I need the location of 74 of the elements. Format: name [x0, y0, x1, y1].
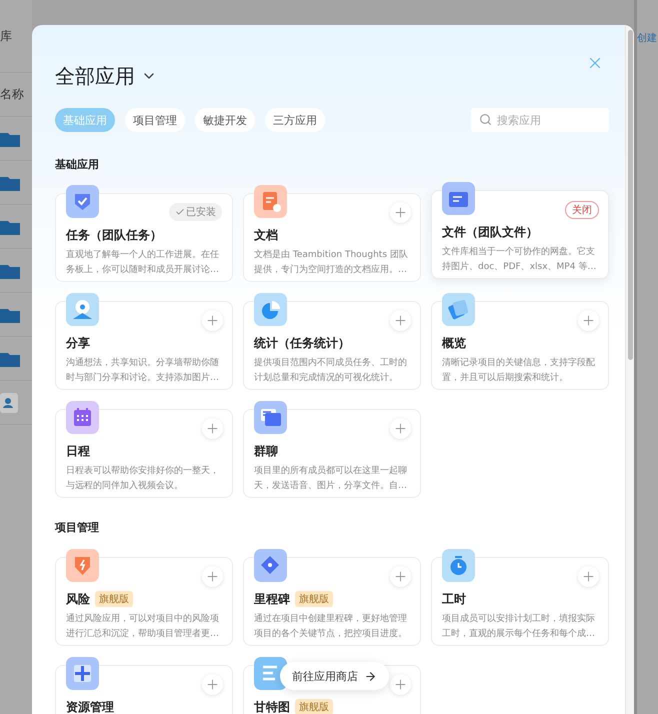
plus-icon: [393, 313, 408, 328]
calendar-icon: [66, 401, 99, 434]
category-tab[interactable]: 项目管理: [125, 108, 185, 132]
app-name: 分享: [66, 334, 90, 352]
app-description: 提供项目范围内不同成员任务、工时的计划总量和完成情况的可视化统计。: [254, 356, 408, 385]
plus-icon: [205, 569, 220, 584]
app-description: 通过在项目中创建里程碑，更好地管理项目的各个关键节点，把控项目进度。: [254, 612, 408, 641]
document-icon: [254, 185, 287, 218]
shield-check-icon: [66, 185, 99, 218]
folder-icon: [0, 218, 20, 234]
cards-icon: [442, 293, 475, 326]
app-name: 工时: [442, 590, 466, 608]
person-icon: [66, 293, 99, 326]
column-heading: 名称: [0, 86, 24, 103]
scrollbar-thumb[interactable]: [628, 30, 633, 360]
plus-icon: [205, 313, 220, 328]
card-background[interactable]: [431, 190, 609, 279]
section-title: 基础应用: [55, 158, 100, 172]
lightning-shield-icon: [66, 549, 99, 582]
app-description: 通过风险应用，可以对项目中的风险项进行汇总和沉淀，帮助项目管理者更…: [66, 612, 220, 641]
table-heading: 库: [0, 28, 12, 44]
app-name: 群聊: [254, 442, 278, 460]
app-name: 统计（任务统计）: [254, 334, 350, 352]
app-description: 日程表可以帮助你安排好你的一整天，与远程的同伴加入视频会议。: [66, 464, 220, 493]
app-name: 文档: [254, 226, 278, 244]
installed-status: 已安装: [169, 203, 222, 221]
app-name: 里程碑: [254, 590, 290, 608]
search-field[interactable]: 搜索应用: [471, 108, 609, 132]
plus-icon: [205, 421, 220, 436]
folder-icon: [442, 182, 475, 215]
app-description: 项目成员可以安排计划工时，填报实际工时，直观的展示每个任务和每个成…: [442, 612, 596, 641]
check-icon: [175, 207, 185, 217]
app-description: 清晰记录项目的关键信息，支持字段配置，并且可以后期搜索和统计。: [442, 356, 596, 385]
disable-button[interactable]: 关闭: [565, 201, 599, 219]
folder-icon: [0, 262, 20, 278]
app-description: 沟通想法，共享知识。分享墙帮助你随时与部门分享和讨论。支持添加图片…: [66, 356, 220, 385]
app-description: 项目里的所有成员都可以在这里一起聊天，发送语音、图片，分享文件。自…: [254, 464, 408, 493]
dialog-title: 全部应用: [55, 63, 135, 89]
section-title: 项目管理: [55, 521, 100, 535]
app-name: 甘特图: [254, 698, 290, 714]
plus-icon: [393, 569, 408, 584]
edition-tag: 旗舰版: [95, 591, 133, 607]
app-description: 文档是由 Teambition Thoughts 团队提供，专门为空间打造的文档应用。…: [254, 248, 409, 277]
arrow-right-icon: [364, 670, 377, 682]
plus-icon: [205, 677, 220, 692]
edition-tag: 旗舰版: [295, 591, 333, 607]
chat-icon: [254, 401, 287, 434]
card-background[interactable]: [55, 193, 233, 282]
category-tab[interactable]: 敏捷开发: [195, 108, 255, 132]
folder-icon: [0, 174, 20, 190]
search-icon: [479, 113, 492, 126]
app-name: 资源管理: [66, 698, 114, 714]
plus-icon: [581, 569, 596, 584]
plus-icon: [393, 677, 408, 692]
app-description: 直观地了解每一个人的工作进展。在任务板上，你可以随时和成员开展讨论…: [66, 248, 220, 277]
contact-icon: [0, 392, 18, 412]
folder-icon: [0, 130, 20, 146]
app-name: 任务（团队任务）: [66, 226, 162, 244]
folder-icon: [0, 306, 20, 322]
category-tab[interactable]: 三方应用: [265, 108, 325, 132]
app-name: 风险: [66, 590, 90, 608]
plus-icon: [393, 205, 408, 220]
app-name: 概览: [442, 334, 466, 352]
plus-icon: [393, 421, 408, 436]
edition-tag: 旗舰版: [295, 699, 333, 714]
app-name: 日程: [66, 442, 90, 460]
grid-icon: [66, 657, 99, 690]
stopwatch-icon: [442, 549, 475, 582]
plus-icon: [581, 313, 596, 328]
app-description: 文件库相当于一个可协作的网盘。它支持图片、doc、PDF、xlsx、MP4 等…: [442, 246, 598, 274]
app-name: 文件（团队文件）: [442, 224, 538, 240]
pie-chart-icon: [254, 293, 287, 326]
folder-icon: [0, 350, 20, 366]
app-store-button[interactable]: 前往应用商店: [280, 662, 389, 690]
